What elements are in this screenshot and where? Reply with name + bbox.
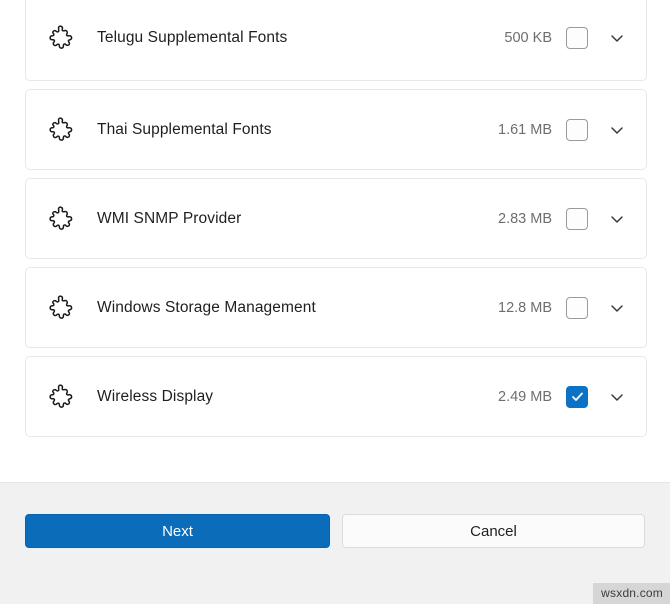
feature-checkbox[interactable]: [566, 26, 588, 49]
feature-checkbox[interactable]: [566, 296, 588, 319]
footer-button-row: Next Cancel: [25, 514, 645, 548]
feature-name: Telugu Supplemental Fonts: [97, 28, 288, 46]
chevron-down-icon[interactable]: [588, 389, 646, 405]
next-button[interactable]: Next: [25, 514, 330, 548]
puzzle-piece-icon: [26, 205, 88, 232]
feature-size: 2.49 MB: [498, 388, 552, 405]
feature-size: 12.8 MB: [498, 299, 552, 316]
puzzle-piece-icon: [26, 116, 88, 143]
puzzle-piece-icon: [26, 294, 88, 321]
optional-features-list[interactable]: Telugu Supplemental Fonts 500 KB Thai Supp…: [0, 0, 670, 482]
chevron-down-icon[interactable]: [588, 211, 646, 227]
feature-size: 500 KB: [504, 29, 552, 46]
feature-checkbox[interactable]: [566, 118, 588, 141]
feature-row[interactable]: Telugu Supplemental Fonts 500 KB: [25, 0, 647, 81]
feature-name: Windows Storage Management: [97, 298, 316, 316]
feature-checkbox[interactable]: [566, 385, 588, 408]
feature-name: Thai Supplemental Fonts: [97, 120, 272, 138]
feature-row[interactable]: Wireless Display 2.49 MB: [25, 356, 647, 437]
cancel-button[interactable]: Cancel: [342, 514, 645, 548]
dialog-footer: Next Cancel: [0, 482, 670, 604]
feature-name: Wireless Display: [97, 387, 214, 405]
feature-row[interactable]: WMI SNMP Provider 2.83 MB: [25, 178, 647, 259]
feature-checkbox[interactable]: [566, 207, 588, 230]
feature-row[interactable]: Windows Storage Management 12.8 MB: [25, 267, 647, 348]
chevron-down-icon[interactable]: [588, 122, 646, 138]
chevron-down-icon[interactable]: [588, 30, 646, 46]
puzzle-piece-icon: [26, 383, 88, 410]
feature-size: 2.83 MB: [498, 210, 552, 227]
watermark: wsxdn.com: [593, 583, 670, 604]
feature-row[interactable]: Thai Supplemental Fonts 1.61 MB: [25, 89, 647, 170]
chevron-down-icon[interactable]: [588, 300, 646, 316]
puzzle-piece-icon: [26, 24, 88, 51]
feature-name: WMI SNMP Provider: [97, 209, 242, 227]
feature-size: 1.61 MB: [498, 121, 552, 138]
